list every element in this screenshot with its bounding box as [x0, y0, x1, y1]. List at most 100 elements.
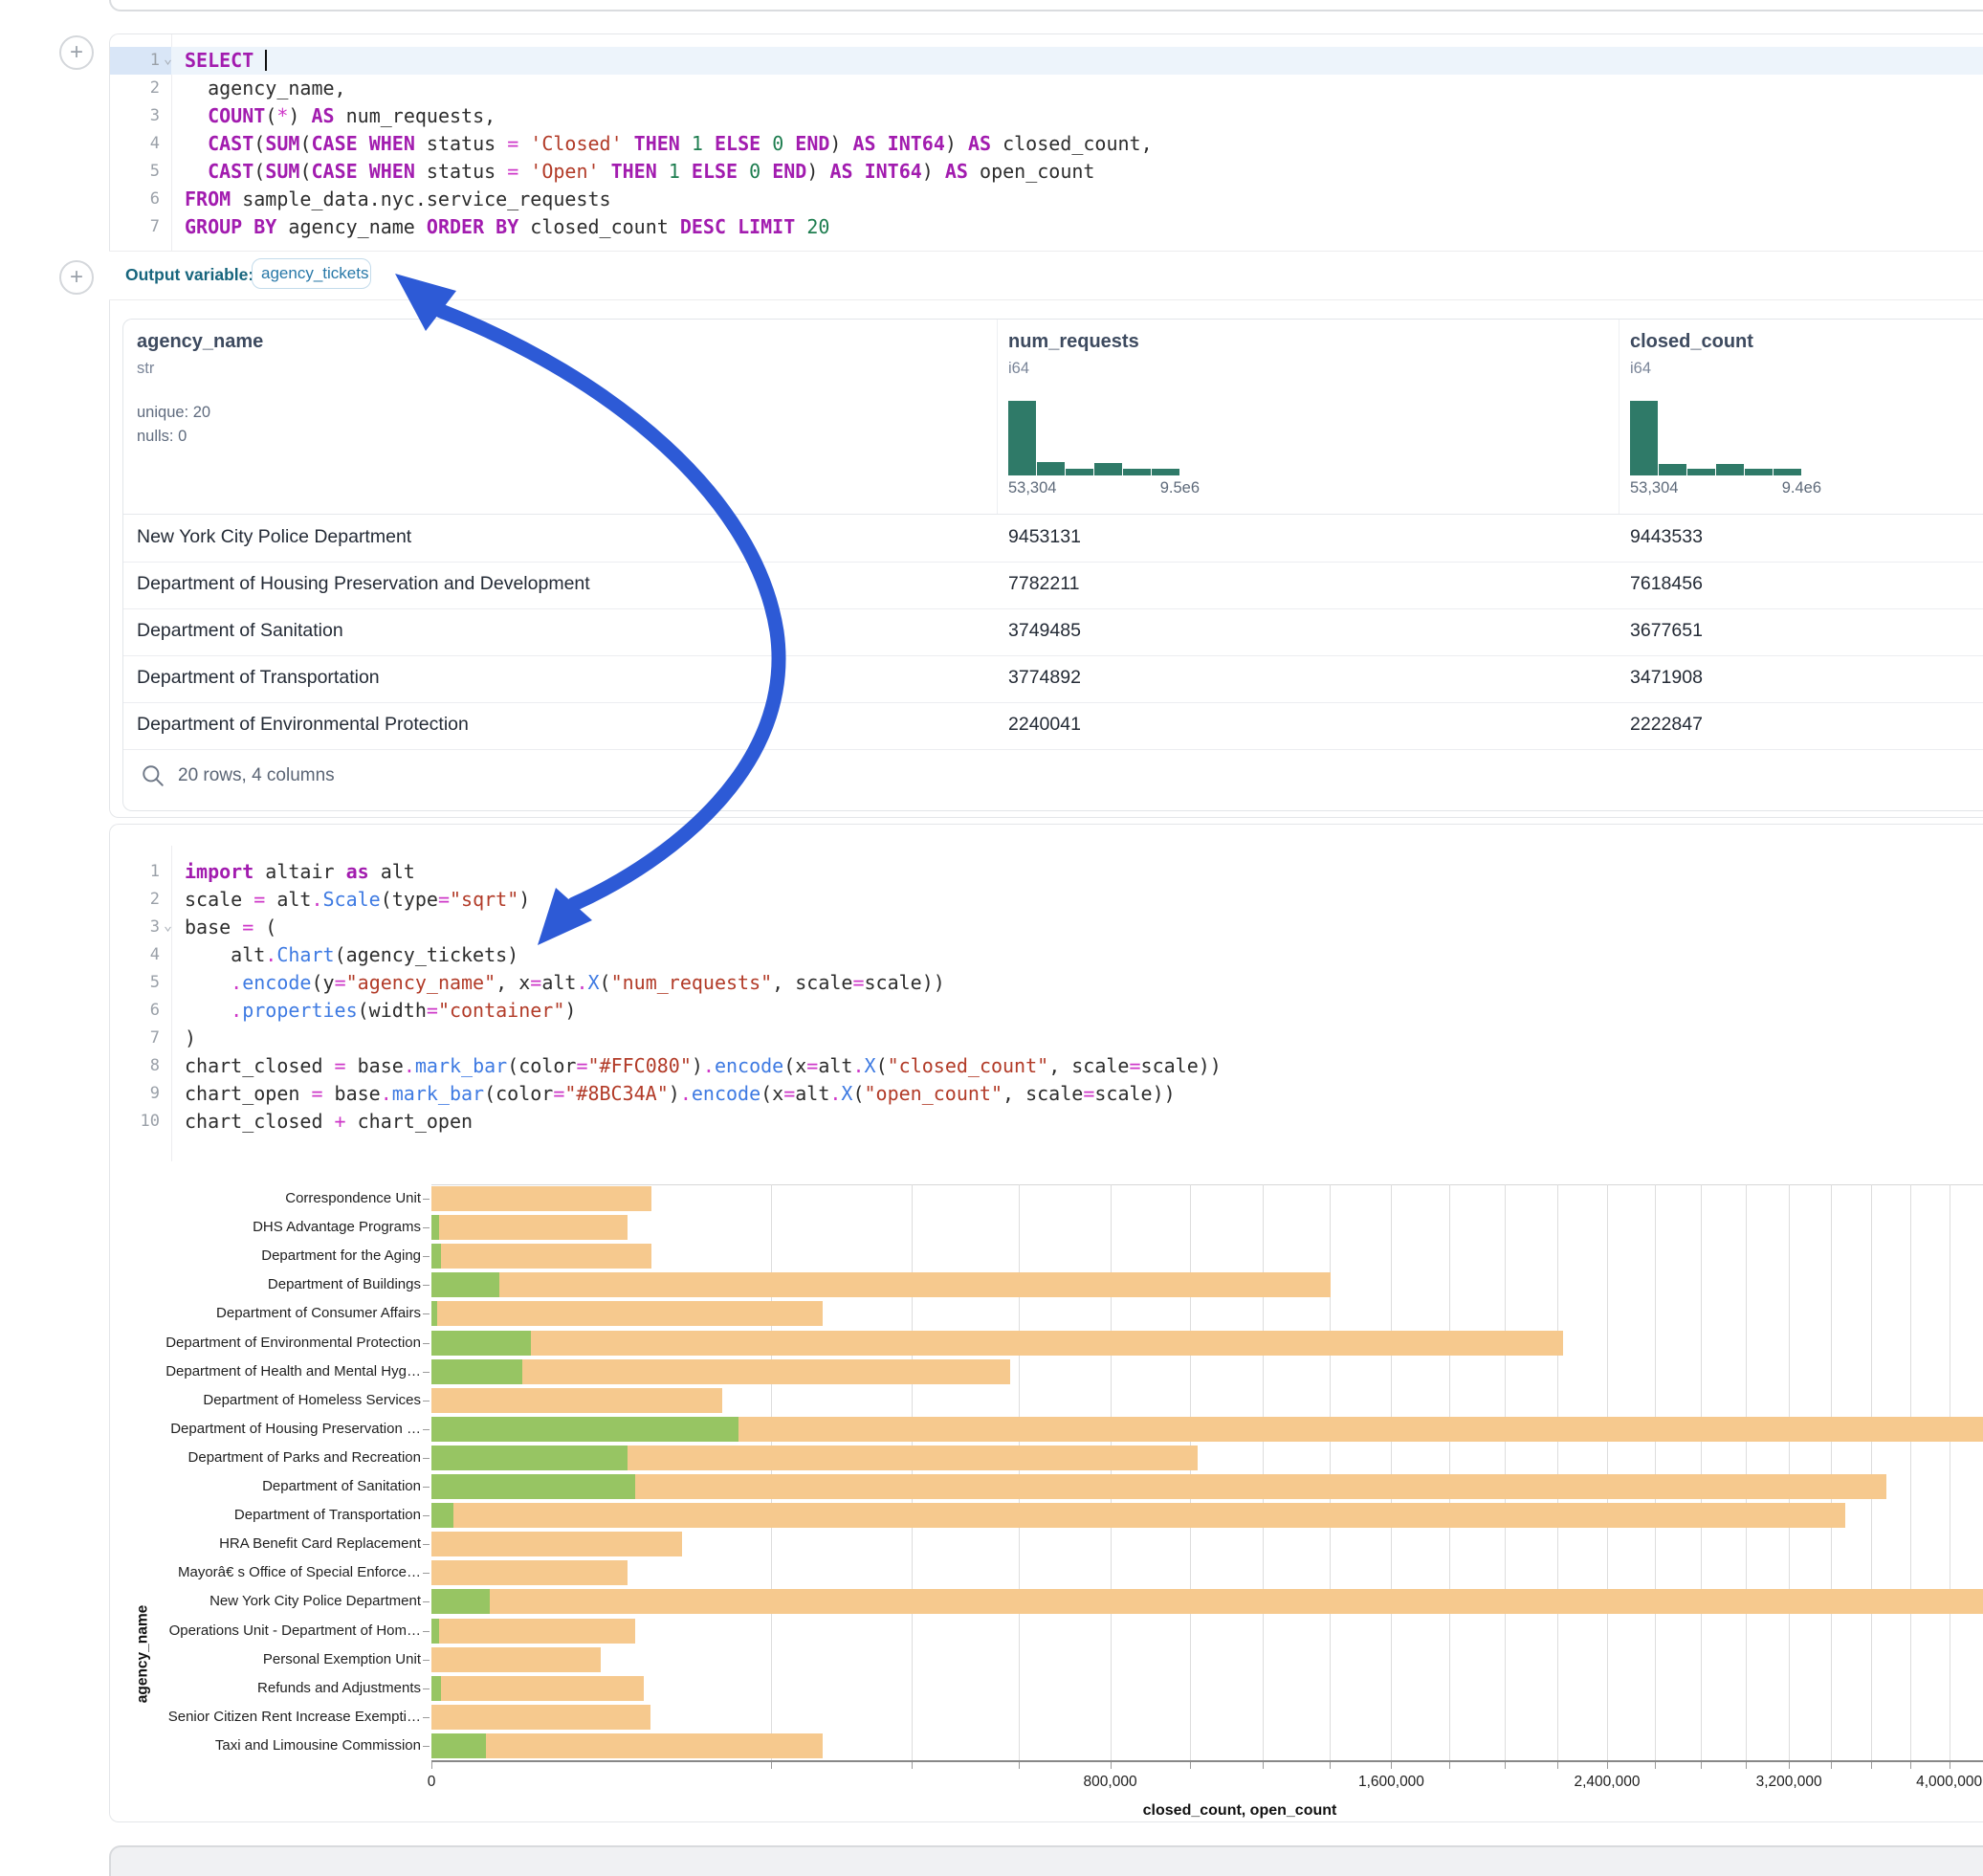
code-line[interactable]: 1 import altair as alt: [110, 858, 1983, 886]
x-axis-tick: [431, 1762, 432, 1769]
code-text: chart_open = base.mark_bar(color="#8BC34…: [171, 1080, 1176, 1108]
code-line[interactable]: 7GROUP BY agency_name ORDER BY closed_co…: [110, 213, 1983, 241]
column-title[interactable]: num_requests: [1008, 331, 1139, 353]
bar-closed-count: [431, 1272, 1331, 1297]
x-axis-line: [431, 1760, 1983, 1762]
code-line[interactable]: 2scale = alt.Scale(type="sqrt"): [110, 886, 1983, 914]
table-cell: Department of Transportation: [137, 667, 380, 689]
bar-closed-count: [431, 1647, 601, 1672]
y-axis-tick: [423, 1631, 430, 1632]
histogram-bar: [1123, 469, 1151, 475]
code-line[interactable]: 3⌄base = (: [110, 914, 1983, 941]
table-cell: 2240041: [1008, 714, 1081, 736]
histogram-bar: [1716, 464, 1744, 475]
code-line[interactable]: 4 CAST(SUM(CASE WHEN status = 'Closed' T…: [110, 130, 1983, 158]
code-text: agency_name,: [171, 75, 346, 102]
plot-top-border: [431, 1184, 1983, 1185]
next-cell-top-edge: [109, 1845, 1983, 1876]
column-histogram: [1630, 401, 1802, 475]
header-divider: [997, 320, 998, 514]
x-axis-tick-label: 4,000,000: [1916, 1774, 1982, 1791]
x-axis-tick: [771, 1762, 772, 1769]
column-title[interactable]: agency_name: [137, 331, 263, 353]
table-cell: 9443533: [1630, 526, 1703, 548]
bar-closed-count: [431, 1244, 651, 1269]
code-text: scale = alt.Scale(type="sqrt"): [171, 886, 530, 914]
column-type: i64: [1630, 360, 1651, 378]
column-title[interactable]: closed_count: [1630, 331, 1753, 353]
line-number: 5: [110, 969, 160, 997]
table-row: Department of Environmental Protection 22…: [123, 702, 1983, 750]
column-histogram: [1008, 401, 1180, 475]
table-cell: 3471908: [1630, 667, 1703, 689]
gridline: [1789, 1184, 1790, 1760]
chart-row-label: Department of Housing Preservation …: [134, 1421, 421, 1437]
bar-open-count: [431, 1215, 439, 1240]
table-dimensions-text: 20 rows, 4 columns: [178, 765, 335, 786]
chart-row-label: Department of Homeless Services: [134, 1392, 421, 1408]
histogram-bar: [1008, 401, 1036, 475]
table-cell: 3677651: [1630, 620, 1703, 642]
code-line[interactable]: 4 alt.Chart(agency_tickets): [110, 941, 1983, 969]
bar-closed-count: [431, 1215, 628, 1240]
code-line[interactable]: 5 CAST(SUM(CASE WHEN status = 'Open' THE…: [110, 158, 1983, 186]
chart-row-label: Department of Consumer Affairs: [134, 1305, 421, 1321]
y-axis-tick: [423, 1544, 430, 1545]
table-cell: 7618456: [1630, 573, 1703, 595]
bar-closed-count: [431, 1331, 1563, 1356]
add-cell-button-top[interactable]: +: [59, 35, 94, 70]
gridline: [771, 1184, 772, 1760]
code-line[interactable]: 7): [110, 1025, 1983, 1052]
y-axis-tick: [423, 1515, 430, 1516]
line-number: 2: [110, 75, 160, 102]
search-icon[interactable]: [141, 763, 165, 788]
code-line[interactable]: 2 agency_name,: [110, 75, 1983, 102]
line-number: 5: [110, 158, 160, 186]
code-text: import altair as alt: [171, 858, 415, 886]
line-number: 7: [110, 1025, 160, 1052]
bar-open-count: [431, 1272, 499, 1297]
histogram-range-labels: 53,3049.4e6: [1630, 479, 1821, 497]
chart-row-label: Operations Unit - Department of Hom…: [134, 1622, 421, 1639]
code-text: SELECT: [171, 47, 267, 75]
x-axis-tick: [1190, 1762, 1191, 1769]
x-axis-tick: [1449, 1762, 1450, 1769]
column-stat: unique: 20: [137, 404, 210, 422]
code-text: COUNT(*) AS num_requests,: [171, 102, 496, 130]
output-variable-pill[interactable]: agency_tickets: [252, 258, 371, 289]
code-text: .properties(width="container"): [171, 997, 576, 1025]
y-axis-tick: [423, 1717, 430, 1718]
code-line[interactable]: 3 COUNT(*) AS num_requests,: [110, 102, 1983, 130]
chart-row-label: Department of Environmental Protection: [134, 1335, 421, 1351]
chart-row-label: Department for the Aging: [134, 1247, 421, 1264]
add-cell-button-output[interactable]: +: [59, 260, 94, 295]
code-text: GROUP BY agency_name ORDER BY closed_cou…: [171, 213, 829, 241]
code-line[interactable]: 5 .encode(y="agency_name", x=alt.X("num_…: [110, 969, 1983, 997]
histogram-bar: [1152, 469, 1179, 475]
code-line[interactable]: 6 .properties(width="container"): [110, 997, 1983, 1025]
bar-closed-count: [431, 1560, 628, 1585]
table-row: Department of Housing Preservation and D…: [123, 562, 1983, 609]
code-text: .encode(y="agency_name", x=alt.X("num_re…: [171, 969, 945, 997]
line-number: 1: [110, 858, 160, 886]
bar-closed-count: [431, 1619, 635, 1644]
bar-closed-count: [431, 1733, 823, 1758]
x-axis-tick: [912, 1762, 913, 1769]
code-line[interactable]: 10chart_closed + chart_open: [110, 1108, 1983, 1136]
code-line[interactable]: 9chart_open = base.mark_bar(color="#8BC3…: [110, 1080, 1983, 1108]
code-line[interactable]: 6FROM sample_data.nyc.service_requests: [110, 186, 1983, 213]
code-line[interactable]: 8chart_closed = base.mark_bar(color="#FF…: [110, 1052, 1983, 1080]
table-cell: Department of Environmental Protection: [137, 714, 469, 736]
x-axis-tick: [1505, 1762, 1506, 1769]
sql-code-editor[interactable]: 1⌄SELECT 2 agency_name,3 COUNT(*) AS num…: [110, 47, 1983, 241]
code-text: base = (: [171, 914, 276, 941]
y-axis-tick: [423, 1487, 430, 1488]
chart-row-label: DHS Advantage Programs: [134, 1219, 421, 1235]
chart-row-label: Department of Health and Mental Hyg…: [134, 1363, 421, 1379]
y-axis-tick: [423, 1285, 430, 1286]
code-line[interactable]: 1⌄SELECT: [110, 47, 1983, 75]
bar-open-count: [431, 1331, 531, 1356]
line-number: 8: [110, 1052, 160, 1080]
bar-open-count: [431, 1733, 486, 1758]
python-code-editor[interactable]: 1 import altair as alt2scale = alt.Scale(…: [110, 858, 1983, 1136]
